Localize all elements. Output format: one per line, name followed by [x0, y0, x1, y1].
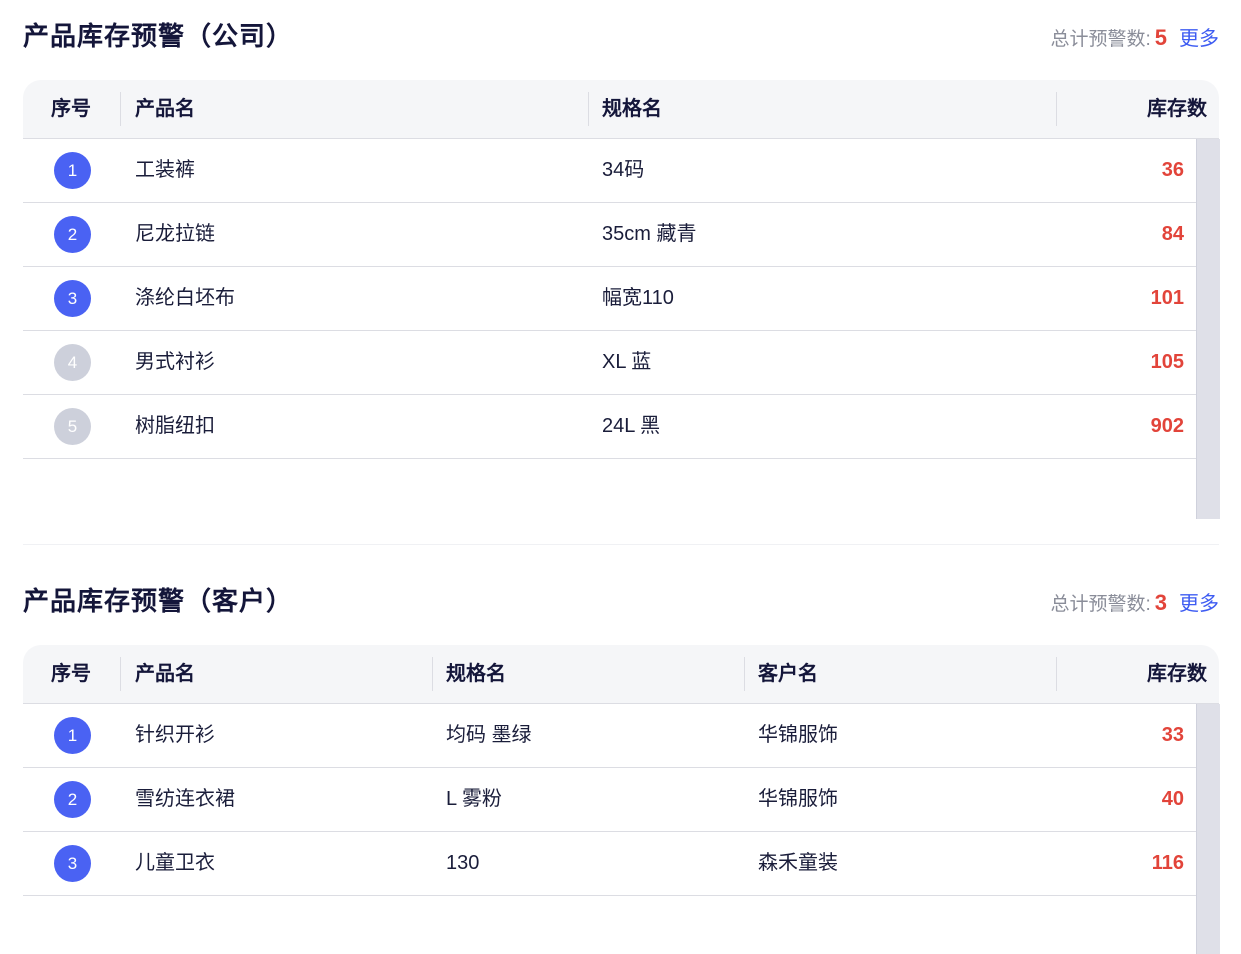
stock-count: 116: [1151, 852, 1184, 874]
column-divider: [120, 657, 121, 691]
company-alert-table: 序号 产品名 规格名 库存数 1 工装裤 34码 36 2 尼龙拉链 35cm …: [23, 80, 1220, 519]
customer-stock-alert-panel: 产品库存预警（客户） 总计预警数: 3 更多 序号 产品名 规格名 客户名 库存数 …: [23, 565, 1220, 954]
table-body: 1 工装裤 34码 36 2 尼龙拉链 35cm 藏青 84 3 涤纶白坯布 幅…: [23, 139, 1219, 459]
product-name: 针织开衫: [135, 724, 215, 746]
table-row[interactable]: 2 尼龙拉链 35cm 藏青 84: [23, 203, 1196, 267]
rank-badge: 3: [54, 280, 91, 317]
table-scrollbar[interactable]: [1196, 704, 1220, 954]
alert-total-count: 3: [1154, 590, 1167, 615]
spec-name: 均码 墨绿: [446, 724, 532, 746]
table-row[interactable]: 3 涤纶白坯布 幅宽110 101: [23, 267, 1196, 331]
customer-name: 森禾童装: [758, 852, 838, 874]
stock-count: 40: [1161, 788, 1184, 810]
rank-badge: 5: [54, 408, 91, 445]
product-name: 尼龙拉链: [135, 223, 215, 245]
product-name: 树脂纽扣: [135, 415, 215, 437]
column-divider: [1056, 657, 1057, 691]
stock-count: 902: [1150, 415, 1184, 437]
table-header: 序号 产品名 规格名 库存数: [23, 80, 1219, 139]
rank-badge: 2: [54, 781, 91, 818]
spec-name: 130: [446, 852, 480, 874]
stock-count: 101: [1150, 287, 1184, 309]
spec-name: L 雾粉: [446, 788, 502, 810]
column-header-spec: 规格名: [602, 98, 662, 120]
stock-count: 36: [1161, 159, 1184, 181]
customer-name: 华锦服饰: [758, 788, 838, 810]
panel-title: 产品库存预警（客户）: [23, 586, 294, 616]
alert-summary: 总计预警数: 3 更多: [1050, 587, 1219, 616]
stock-count: 33: [1161, 724, 1184, 746]
table-row[interactable]: 3 儿童卫衣 130 森禾童装 116: [23, 832, 1196, 896]
column-divider: [744, 657, 745, 691]
product-name: 男式衬衫: [135, 351, 215, 373]
rank-badge: 4: [54, 344, 91, 381]
customer-alert-table: 序号 产品名 规格名 客户名 库存数 1 针织开衫 均码 墨绿 华锦服饰 33 …: [23, 645, 1220, 954]
rank-badge: 3: [54, 845, 91, 882]
table-row[interactable]: 5 树脂纽扣 24L 黑 902: [23, 395, 1196, 459]
column-divider: [120, 92, 121, 126]
column-header-product: 产品名: [135, 98, 195, 120]
table-row[interactable]: 2 雪纺连衣裙 L 雾粉 华锦服饰 40: [23, 768, 1196, 832]
alert-summary: 总计预警数: 5 更多: [1050, 22, 1219, 51]
customer-name: 华锦服饰: [758, 724, 838, 746]
company-stock-alert-panel: 产品库存预警（公司） 总计预警数: 5 更多 序号 产品名 规格名 库存数 1 工装…: [23, 0, 1220, 519]
column-divider: [588, 92, 589, 126]
panel-header: 产品库存预警（公司） 总计预警数: 5 更多: [23, 0, 1219, 80]
stock-count: 84: [1161, 223, 1184, 245]
table-body: 1 针织开衫 均码 墨绿 华锦服饰 33 2 雪纺连衣裙 L 雾粉 华锦服饰 4…: [23, 704, 1219, 896]
alert-total-label: 总计预警数:: [1050, 29, 1151, 50]
column-header-stock: 库存数: [1147, 98, 1207, 120]
spec-name: 幅宽110: [602, 287, 674, 309]
spec-name: XL 蓝: [602, 351, 652, 373]
stock-count: 105: [1150, 351, 1184, 373]
column-header-index: 序号: [51, 98, 91, 120]
product-name: 儿童卫衣: [135, 852, 215, 874]
section-divider: [23, 544, 1219, 545]
rank-badge: 2: [54, 216, 91, 253]
column-header-spec: 规格名: [446, 663, 506, 685]
more-link[interactable]: 更多: [1179, 593, 1219, 615]
table-header: 序号 产品名 规格名 客户名 库存数: [23, 645, 1219, 704]
table-row[interactable]: 1 针织开衫 均码 墨绿 华锦服饰 33: [23, 704, 1196, 768]
product-name: 涤纶白坯布: [135, 287, 235, 309]
product-name: 雪纺连衣裙: [135, 788, 235, 810]
column-divider: [432, 657, 433, 691]
panel-header: 产品库存预警（客户） 总计预警数: 3 更多: [23, 565, 1219, 645]
spec-name: 24L 黑: [602, 415, 661, 437]
alert-total-label: 总计预警数:: [1050, 594, 1151, 615]
column-header-customer: 客户名: [758, 663, 818, 685]
column-header-index: 序号: [51, 663, 91, 685]
spec-name: 35cm 藏青: [602, 223, 697, 245]
column-header-stock: 库存数: [1147, 663, 1207, 685]
more-link[interactable]: 更多: [1179, 28, 1219, 50]
column-divider: [1056, 92, 1057, 126]
rank-badge: 1: [54, 717, 91, 754]
rank-badge: 1: [54, 152, 91, 189]
panel-title: 产品库存预警（公司）: [23, 21, 294, 51]
table-row[interactable]: 4 男式衬衫 XL 蓝 105: [23, 331, 1196, 395]
column-header-product: 产品名: [135, 663, 195, 685]
table-scrollbar[interactable]: [1196, 139, 1220, 519]
spec-name: 34码: [602, 159, 645, 181]
table-row[interactable]: 1 工装裤 34码 36: [23, 139, 1196, 203]
alert-total-count: 5: [1154, 25, 1167, 50]
product-name: 工装裤: [135, 159, 195, 181]
